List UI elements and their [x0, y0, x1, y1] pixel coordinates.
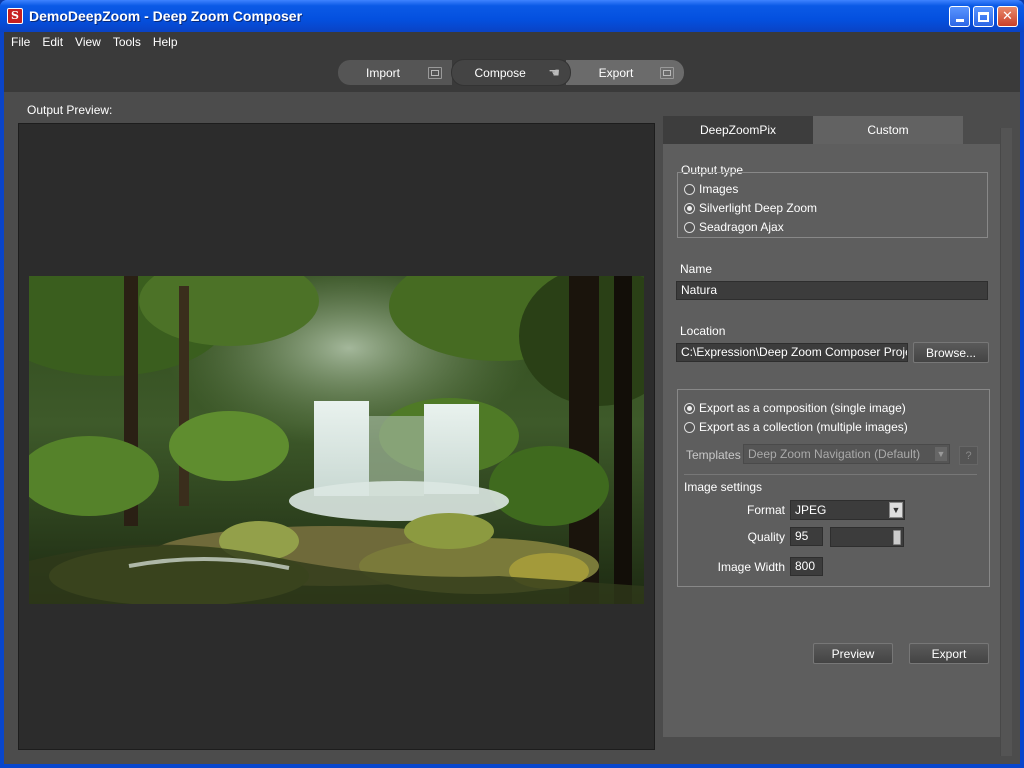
output-preview-pane[interactable] [18, 123, 655, 750]
templates-value: Deep Zoom Navigation (Default) [748, 447, 921, 461]
export-as-composition[interactable]: Export as a composition (single image) [684, 401, 906, 415]
output-type-silverlight[interactable]: Silverlight Deep Zoom [684, 201, 817, 215]
client-area: File Edit View Tools Help Import Compose… [4, 32, 1020, 764]
preview-image [29, 276, 644, 604]
image-settings-heading: Image settings [684, 480, 763, 494]
quality-slider[interactable] [830, 527, 904, 547]
panel-scrollbar[interactable] [1000, 128, 1012, 756]
menu-tools[interactable]: Tools [107, 35, 147, 49]
import-label: Import [365, 65, 400, 80]
export-as-composition-label: Export as a composition (single image) [699, 401, 906, 415]
output-preview-label: Output Preview: [27, 103, 113, 117]
slider-thumb[interactable] [893, 530, 901, 545]
format-value: JPEG [795, 503, 827, 517]
output-type-images[interactable]: Images [684, 182, 738, 196]
quality-input[interactable]: 95 [790, 527, 823, 546]
radio-icon [684, 421, 695, 433]
app-icon[interactable]: S [7, 8, 23, 24]
chevron-down-icon: ▼ [934, 446, 948, 462]
chevron-down-icon: ▼ [889, 502, 903, 518]
menu-file[interactable]: File [4, 35, 36, 49]
application-window: S DemoDeepZoom - Deep Zoom Composer ✕ Fi… [0, 0, 1024, 768]
close-button[interactable]: ✕ [997, 6, 1018, 27]
output-type-seadragon-label: Seadragon Ajax [699, 220, 784, 234]
format-label: Format [746, 503, 785, 517]
import-icon [428, 66, 442, 79]
image-width-label: Image Width [717, 560, 785, 574]
minimize-button[interactable] [949, 6, 970, 27]
templates-select[interactable]: Deep Zoom Navigation (Default) ▼ [743, 444, 950, 464]
image-width-input[interactable]: 800 [790, 557, 823, 576]
compose-label: Compose [474, 65, 526, 80]
menu-view[interactable]: View [69, 35, 107, 49]
window-title: DemoDeepZoom - Deep Zoom Composer [29, 8, 303, 24]
radio-selected-icon [684, 202, 695, 214]
output-type-seadragon[interactable]: Seadragon Ajax [684, 220, 784, 234]
tab-custom[interactable]: Custom [813, 116, 963, 144]
radio-icon [684, 221, 695, 233]
export-label: Export [598, 65, 634, 80]
preview-button[interactable]: Preview [813, 643, 893, 664]
workspace-switcher: Import Compose ☚ Export [338, 60, 684, 85]
menu-help[interactable]: Help [147, 35, 184, 49]
name-input[interactable]: Natura [676, 281, 988, 300]
quality-label: Quality [747, 530, 785, 544]
menu-bar: File Edit View Tools Help [4, 32, 1020, 52]
format-select[interactable]: JPEG ▼ [790, 500, 905, 520]
menu-edit[interactable]: Edit [36, 35, 69, 49]
maximize-button[interactable] [973, 6, 994, 27]
export-mode-tabs: DeepZoomPix Custom [663, 116, 963, 144]
export-icon [660, 66, 674, 79]
browse-button[interactable]: Browse... [913, 342, 989, 363]
templates-help-button[interactable]: ? [959, 446, 978, 465]
radio-icon [684, 183, 695, 195]
window-controls: ✕ [949, 6, 1018, 27]
title-bar[interactable]: S DemoDeepZoom - Deep Zoom Composer ✕ [0, 0, 1024, 32]
import-tab[interactable]: Import [338, 60, 452, 85]
location-input[interactable]: C:\Expression\Deep Zoom Composer Project… [676, 343, 908, 362]
templates-label: Templates [686, 448, 741, 462]
export-as-collection-label: Export as a collection (multiple images) [699, 420, 908, 434]
custom-export-panel: Output type Images Silverlight Deep Zoom… [663, 144, 1000, 737]
export-tab[interactable]: Export [566, 60, 684, 85]
minimize-icon [955, 19, 964, 22]
hand-icon: ☚ [548, 64, 560, 80]
close-icon: ✕ [1002, 9, 1013, 24]
tab-deepzoompix[interactable]: DeepZoomPix [663, 116, 813, 144]
output-type-silverlight-label: Silverlight Deep Zoom [699, 201, 818, 215]
export-button[interactable]: Export [909, 643, 989, 664]
location-label: Location [680, 324, 726, 338]
export-as-collection[interactable]: Export as a collection (multiple images) [684, 420, 908, 434]
maximize-icon [978, 11, 989, 22]
workspace-strip: Import Compose ☚ Export [4, 52, 1020, 92]
compose-tab[interactable]: Compose ☚ [452, 60, 570, 85]
radio-selected-icon [684, 402, 695, 414]
divider [684, 474, 977, 475]
output-type-images-label: Images [699, 182, 739, 196]
name-label: Name [680, 262, 713, 276]
